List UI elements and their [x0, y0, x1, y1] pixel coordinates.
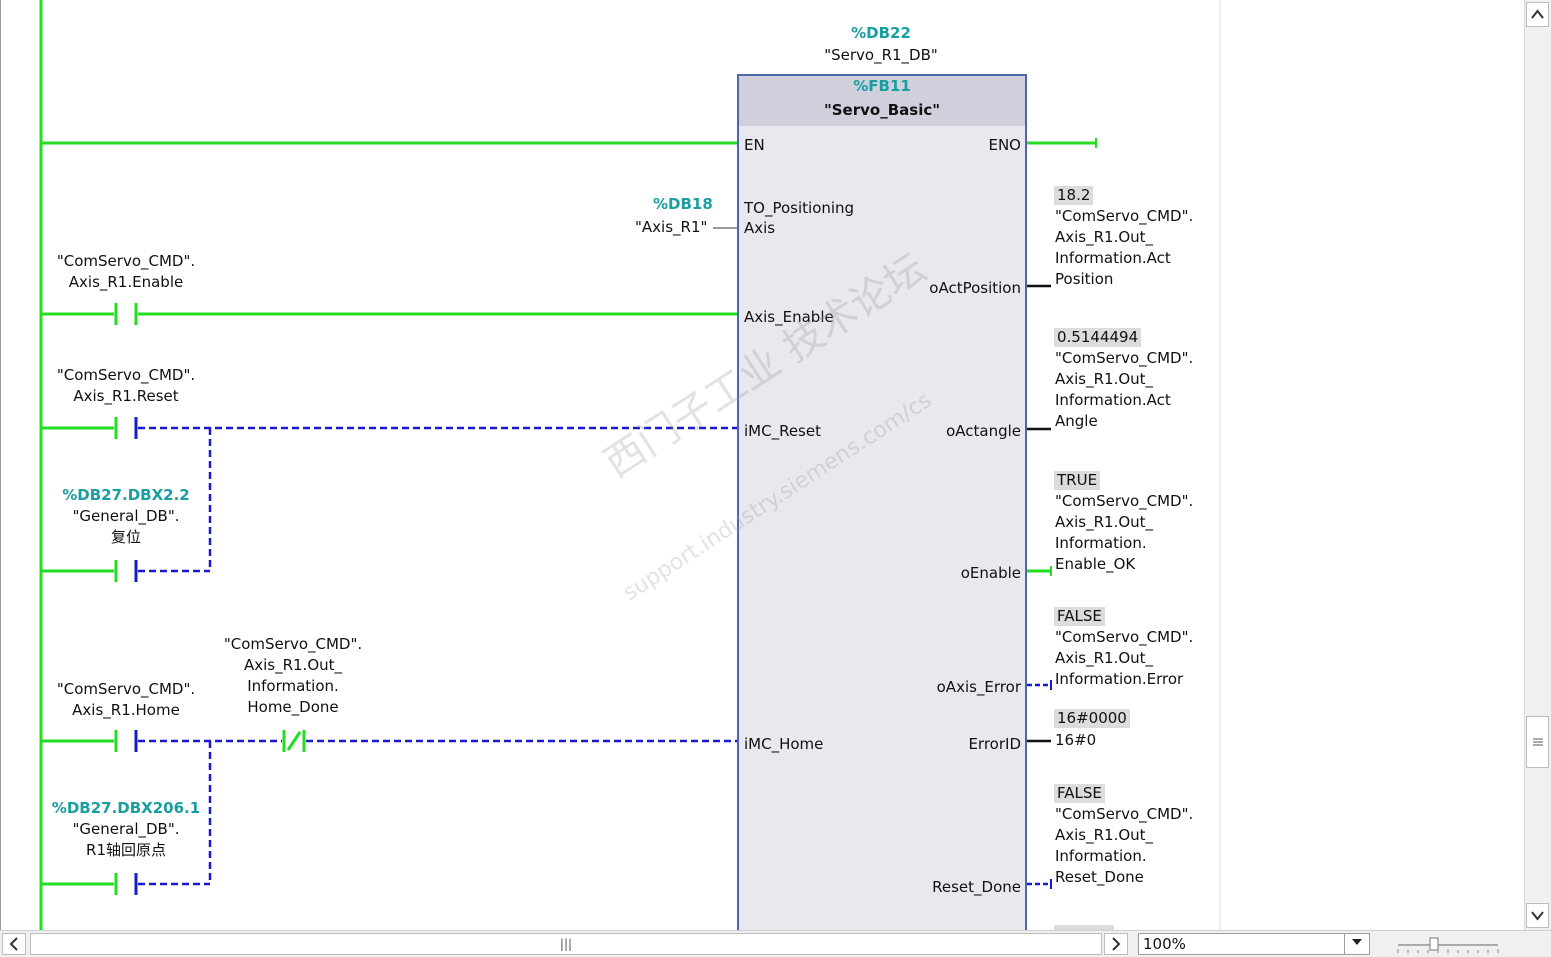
- output-actangle-tag[interactable]: "ComServo_CMD". Axis_R1.Out_ Information…: [1055, 348, 1193, 432]
- output-axis-error-tag[interactable]: "ComServo_CMD". Axis_R1.Out_ Information…: [1055, 627, 1193, 690]
- pin-oactposition[interactable]: oActPosition: [929, 278, 1021, 298]
- contact-general-home-address: %DB27.DBX206.1: [51, 799, 201, 817]
- output-axis-error-line: "ComServo_CMD".: [1055, 628, 1194, 646]
- pin-oenable[interactable]: oEnable: [961, 563, 1021, 583]
- pin-imc-reset[interactable]: iMC_Reset: [744, 421, 821, 441]
- contact-general-home-line1: "General_DB".: [72, 820, 180, 838]
- function-block-name: "Servo_Basic": [823, 101, 941, 119]
- axis-param-address: %DB18: [653, 195, 713, 213]
- chevron-right-icon: [1112, 937, 1121, 951]
- contact-home-done-line1: "ComServo_CMD".: [223, 635, 363, 653]
- chevron-down-icon: [1531, 911, 1544, 921]
- vertical-scroll-thumb[interactable]: [1526, 716, 1549, 768]
- contact-enable-line1: "ComServo_CMD".: [56, 252, 196, 270]
- horizontal-scroll-thumb[interactable]: |||: [30, 933, 1102, 955]
- instance-db-address: %DB22: [851, 24, 911, 42]
- zoom-dropdown-button[interactable]: [1344, 934, 1369, 954]
- scroll-left-button[interactable]: [2, 933, 26, 955]
- function-block-address: %FB11: [853, 77, 911, 95]
- zoom-value: 100%: [1143, 935, 1186, 953]
- chevron-up-icon: [1531, 9, 1544, 19]
- output-actposition-line: Information.Act: [1055, 249, 1171, 267]
- output-reset-done-line: Information.: [1055, 847, 1147, 865]
- axis-param-name[interactable]: "Axis_R1": [635, 217, 707, 238]
- value-axis-error: FALSE: [1054, 607, 1105, 626]
- contact-home-line2: Axis_R1.Home: [72, 701, 180, 719]
- triangle-down-icon: [1352, 939, 1362, 945]
- contact-general-reset-line1: "General_DB".: [72, 507, 180, 525]
- value-actangle: 0.5144494: [1054, 328, 1142, 347]
- value-enable-ok: TRUE: [1054, 471, 1101, 490]
- scroll-right-button[interactable]: [1104, 933, 1128, 955]
- function-block-servo-basic[interactable]: %FB11 "Servo_Basic" EN ENO TO_Positionin…: [737, 74, 1027, 934]
- zoom-select[interactable]: 100%: [1138, 933, 1370, 955]
- output-errorid-constant[interactable]: 16#0: [1055, 730, 1096, 751]
- output-enable-ok-tag[interactable]: "ComServo_CMD". Axis_R1.Out_ Information…: [1055, 491, 1193, 575]
- value-actposition: 18.2: [1054, 186, 1094, 205]
- output-actposition-line: Position: [1055, 270, 1114, 288]
- instance-db-name: "Servo_R1_DB": [824, 46, 938, 64]
- output-actposition-line: Axis_R1.Out_: [1055, 228, 1154, 246]
- contact-home-done-line3: Information.: [247, 677, 339, 695]
- contact-home-done-label[interactable]: "ComServo_CMD". Axis_R1.Out_ Information…: [213, 634, 373, 718]
- output-axis-error-line: Axis_R1.Out_: [1055, 649, 1154, 667]
- contact-reset-line2: Axis_R1.Reset: [73, 387, 179, 405]
- value-errorid: 16#0000: [1054, 709, 1130, 728]
- output-enable-ok-line: Axis_R1.Out_: [1055, 513, 1154, 531]
- output-axis-error-line: Information.Error: [1055, 670, 1184, 688]
- contact-home-done-line2: Axis_R1.Out_: [243, 656, 343, 674]
- output-actposition-tag[interactable]: "ComServo_CMD". Axis_R1.Out_ Information…: [1055, 206, 1193, 290]
- zoom-slider-handle: [1429, 937, 1439, 951]
- pin-to-positioning-line2: Axis: [744, 219, 776, 237]
- contact-reset-label[interactable]: "ComServo_CMD". Axis_R1.Reset: [46, 365, 206, 407]
- output-actposition-line: "ComServo_CMD".: [1055, 207, 1194, 225]
- grip-icon: [1532, 738, 1543, 746]
- contact-general-home-line2: R1轴回原点: [86, 841, 166, 859]
- pin-to-positioning-line1: TO_Positioning: [744, 199, 855, 217]
- pin-axis-enable[interactable]: Axis_Enable: [744, 307, 834, 327]
- output-enable-ok-line: Enable_OK: [1055, 555, 1136, 573]
- contact-home-done-line4: Home_Done: [247, 698, 339, 716]
- contact-enable-line2: Axis_R1.Enable: [68, 273, 184, 291]
- output-actangle-line: Information.Act: [1055, 391, 1171, 409]
- output-reset-done-line: Reset_Done: [1055, 868, 1144, 886]
- chevron-left-icon: [9, 937, 18, 951]
- contact-home-line1: "ComServo_CMD".: [56, 680, 196, 698]
- pin-to-positioning-axis[interactable]: TO_Positioning Axis: [744, 198, 854, 238]
- output-actangle-line: Angle: [1055, 412, 1098, 430]
- zoom-slider[interactable]: [1396, 936, 1500, 954]
- pin-imc-home[interactable]: iMC_Home: [744, 734, 823, 754]
- function-block-header: %FB11 "Servo_Basic": [739, 76, 1025, 126]
- pin-en[interactable]: EN: [744, 135, 765, 155]
- contact-home-label[interactable]: "ComServo_CMD". Axis_R1.Home: [46, 679, 206, 721]
- pin-reset-done[interactable]: Reset_Done: [932, 877, 1021, 897]
- output-reset-done-line: Axis_R1.Out_: [1055, 826, 1154, 844]
- contact-general-reset-label[interactable]: %DB27.DBX2.2 "General_DB". 复位: [46, 485, 206, 548]
- pin-errorid[interactable]: ErrorID: [968, 734, 1021, 754]
- output-actangle-line: Axis_R1.Out_: [1055, 370, 1154, 388]
- pin-oaxis-error[interactable]: oAxis_Error: [937, 677, 1021, 697]
- output-reset-done-line: "ComServo_CMD".: [1055, 805, 1194, 823]
- output-enable-ok-line: Information.: [1055, 534, 1147, 552]
- contact-general-reset-address: %DB27.DBX2.2: [62, 486, 190, 504]
- output-reset-done-tag[interactable]: "ComServo_CMD". Axis_R1.Out_ Information…: [1055, 804, 1193, 888]
- contact-general-reset-line2: 复位: [110, 528, 141, 546]
- output-actangle-line: "ComServo_CMD".: [1055, 349, 1194, 367]
- contact-reset-line1: "ComServo_CMD".: [56, 366, 196, 384]
- pin-oactangle[interactable]: oActangle: [946, 421, 1021, 441]
- value-reset-done: FALSE: [1054, 784, 1105, 803]
- scroll-up-button[interactable]: [1526, 2, 1549, 27]
- pin-eno[interactable]: ENO: [988, 135, 1021, 155]
- contact-enable-label[interactable]: "ComServo_CMD". Axis_R1.Enable: [46, 251, 206, 293]
- ladder-network-canvas[interactable]: %DB22 "Servo_R1_DB" %FB11 "Servo_Basic" …: [0, 0, 1524, 934]
- vertical-scrollbar[interactable]: [1524, 0, 1551, 930]
- scroll-down-button[interactable]: [1526, 903, 1549, 928]
- output-enable-ok-line: "ComServo_CMD".: [1055, 492, 1194, 510]
- contact-general-home-label[interactable]: %DB27.DBX206.1 "General_DB". R1轴回原点: [41, 798, 211, 861]
